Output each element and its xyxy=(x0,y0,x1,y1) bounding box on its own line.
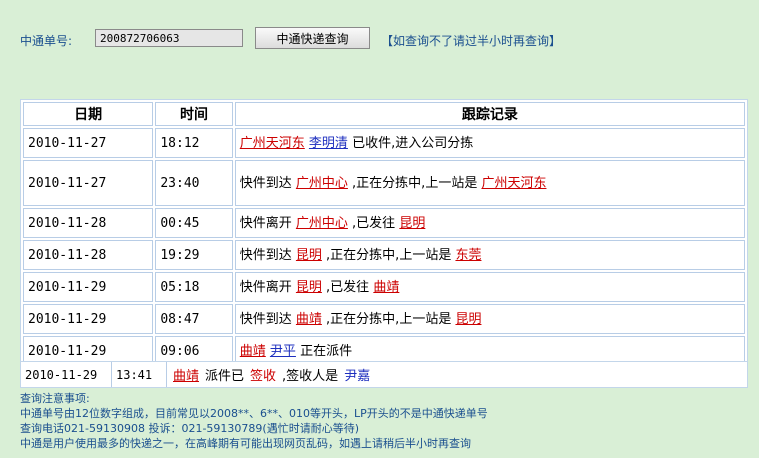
record-fragment: ,已发往 xyxy=(347,215,400,231)
query-button[interactable]: 中通快递查询 xyxy=(255,27,370,49)
table-row: 2010-11-27 18:12 广州天河东 李明清 已收件,进入公司分拣 xyxy=(23,128,745,158)
record-fragment: ,正在分拣中,上一站是 xyxy=(321,247,456,263)
note-line: 查询电话021-59130908 投诉：021-59130789(遇忙时请耐心等… xyxy=(20,422,359,435)
table-header-row: 日期 时间 跟踪记录 xyxy=(23,102,745,126)
tracking-number-input[interactable]: 200872706063 xyxy=(95,29,243,47)
record-fragment: 快件到达 xyxy=(239,175,296,191)
row-time: 18:12 xyxy=(155,128,233,158)
tracking-number-label: 中通单号: xyxy=(20,33,73,48)
record-fragment: 快件到达 xyxy=(239,311,296,327)
place-link[interactable]: 昆明 xyxy=(455,312,481,327)
record-fragment: 快件离开 xyxy=(239,279,296,295)
sign-date: 2010-11-29 xyxy=(25,367,98,382)
place-link[interactable]: 广州中心 xyxy=(296,216,348,231)
sign-record: 曲靖 派件已 签收 ,签收人是 尹嘉 xyxy=(166,362,370,387)
sign-place-link[interactable]: 曲靖 xyxy=(173,365,199,384)
query-hint: 【如查询不了请过半小时再查询】 xyxy=(381,34,562,48)
place-link[interactable]: 东莞 xyxy=(455,248,481,263)
row-date: 2010-11-29 xyxy=(23,272,154,302)
table-row: 2010-11-28 00:45 快件离开 广州中心 ,已发往 昆明 xyxy=(23,208,745,238)
table-row: 2010-11-29 05:18 快件离开 昆明 ,已发往 曲靖 xyxy=(23,272,745,302)
place-link[interactable]: 曲靖 xyxy=(373,280,399,295)
row-time: 05:18 xyxy=(155,272,233,302)
table-row: 2010-11-27 23:40 快件到达 广州中心 ,正在分拣中,上一站是 广州天… xyxy=(23,160,745,206)
row-date: 2010-11-27 xyxy=(23,128,154,158)
record-fragment: 正在派件 xyxy=(295,343,353,359)
header-record: 跟踪记录 xyxy=(234,102,745,126)
row-record: 快件到达 曲靖 ,正在分拣中,上一站是 昆明 xyxy=(234,304,745,334)
header-time: 时间 xyxy=(155,102,233,126)
record-text: 快件到达 曲靖 ,正在分拣中,上一站是 昆明 xyxy=(240,309,482,330)
courier-link[interactable]: 李明清 xyxy=(309,136,348,151)
notes: 查询注意事项: 中通单号由12位数字组成，目前常见以2008**、6**、010… xyxy=(20,391,488,451)
record-fragment: 快件离开 xyxy=(239,215,296,231)
tracking-table: 日期 时间 跟踪记录 2010-11-27 18:12 广州天河东 李明清 已收件,… xyxy=(20,99,748,369)
row-date: 2010-11-28 xyxy=(23,208,154,238)
record-text: 曲靖 尹平 正在派件 xyxy=(240,341,352,362)
place-link[interactable]: 曲靖 xyxy=(240,344,266,359)
notes-title: 查询注意事项: xyxy=(20,392,90,405)
sign-person: 尹嘉 xyxy=(344,369,371,384)
record-fragment: 已收件,进入公司分拣 xyxy=(347,135,474,151)
sign-text-1: 派件已 xyxy=(205,369,245,384)
row-time: 23:40 xyxy=(155,160,233,206)
courier-link[interactable]: 尹平 xyxy=(270,344,296,359)
record-fragment: ,正在分拣中,上一站是 xyxy=(321,311,456,327)
record-text: 快件到达 昆明 ,正在分拣中,上一站是 东莞 xyxy=(240,245,482,266)
row-date: 2010-11-28 xyxy=(23,240,154,270)
row-date: 2010-11-29 xyxy=(23,304,154,334)
row-date: 2010-11-27 xyxy=(23,160,154,206)
place-link[interactable]: 广州天河东 xyxy=(481,176,546,191)
record-text: 快件离开 昆明 ,已发往 曲靖 xyxy=(240,277,400,298)
note-line: 中通单号由12位数字组成，目前常见以2008**、6**、010等开头，LP开头… xyxy=(20,407,488,420)
sign-status: 签收 xyxy=(250,369,277,384)
place-link[interactable]: 广州中心 xyxy=(296,176,348,191)
sign-text-2: ,签收人是 xyxy=(282,369,339,384)
record-text: 广州天河东 李明清 已收件,进入公司分拣 xyxy=(240,133,473,154)
sign-time: 13:41 xyxy=(111,362,166,387)
place-link[interactable]: 曲靖 xyxy=(296,312,322,327)
header-date: 日期 xyxy=(23,102,154,126)
place-link[interactable]: 广州天河东 xyxy=(240,136,305,151)
row-record: 快件离开 昆明 ,已发往 曲靖 xyxy=(234,272,745,302)
row-record: 广州天河东 李明清 已收件,进入公司分拣 xyxy=(234,128,745,158)
row-record: 快件离开 广州中心 ,已发往 昆明 xyxy=(234,208,745,238)
place-link[interactable]: 昆明 xyxy=(399,216,425,231)
row-record: 快件到达 广州中心 ,正在分拣中,上一站是 广州天河东 xyxy=(234,160,745,206)
record-fragment: ,正在分拣中,上一站是 xyxy=(347,175,482,191)
row-time: 19:29 xyxy=(155,240,233,270)
row-record: 快件到达 昆明 ,正在分拣中,上一站是 东莞 xyxy=(234,240,745,270)
note-line: 中通是用户使用最多的快递之一，在高峰期有可能出现网页乱码，如遇上请稍后半小时再查… xyxy=(20,437,471,450)
record-text: 快件到达 广州中心 ,正在分拣中,上一站是 广州天河东 xyxy=(240,173,547,194)
record-fragment: ,已发往 xyxy=(321,279,374,295)
place-link[interactable]: 昆明 xyxy=(296,280,322,295)
record-text: 快件离开 广州中心 ,已发往 昆明 xyxy=(240,213,426,234)
row-time: 08:47 xyxy=(155,304,233,334)
table-row: 2010-11-28 19:29 快件到达 昆明 ,正在分拣中,上一站是 东莞 xyxy=(23,240,745,270)
sign-row: 2010-11-29 13:41 曲靖 派件已 签收 ,签收人是 尹嘉 xyxy=(20,361,748,388)
table-row: 2010-11-29 08:47 快件到达 曲靖 ,正在分拣中,上一站是 昆明 xyxy=(23,304,745,334)
row-time: 00:45 xyxy=(155,208,233,238)
record-fragment: 快件到达 xyxy=(239,247,296,263)
place-link[interactable]: 昆明 xyxy=(296,248,322,263)
